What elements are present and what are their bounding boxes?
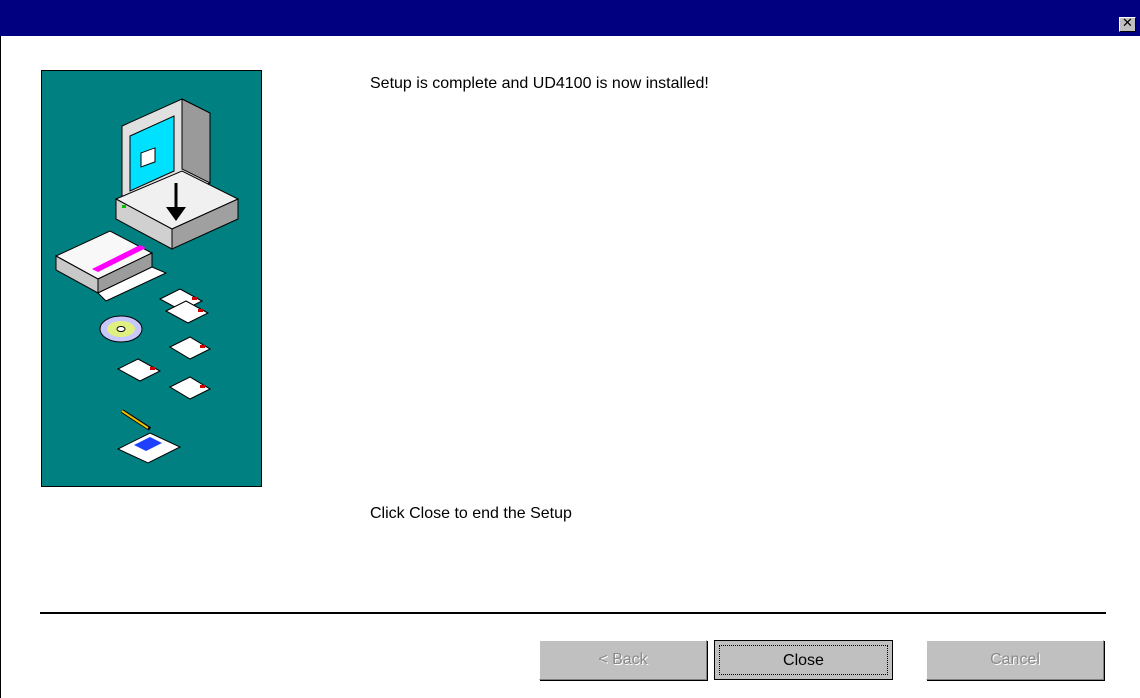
back-button[interactable]: < Back bbox=[539, 640, 707, 680]
cd-icon bbox=[99, 315, 143, 343]
notepad-icon bbox=[116, 432, 182, 464]
completion-message: Setup is complete and UD4100 is now inst… bbox=[370, 75, 709, 92]
close-button[interactable]: Close bbox=[714, 640, 893, 680]
setup-illustration-graphic bbox=[54, 98, 240, 464]
setup-illustration bbox=[41, 70, 262, 487]
pencil-icon bbox=[120, 409, 152, 431]
computer-icon bbox=[114, 98, 240, 250]
close-button-label: Close bbox=[719, 645, 888, 675]
instruction-text: Click Close to end the Setup bbox=[370, 505, 572, 522]
software-box-icon bbox=[54, 230, 168, 302]
title-bar: ✕ bbox=[0, 0, 1140, 36]
cancel-button[interactable]: Cancel bbox=[926, 640, 1104, 680]
floppy-disk-icon bbox=[116, 288, 212, 400]
close-window-button[interactable]: ✕ bbox=[1119, 17, 1136, 32]
divider bbox=[40, 612, 1106, 614]
